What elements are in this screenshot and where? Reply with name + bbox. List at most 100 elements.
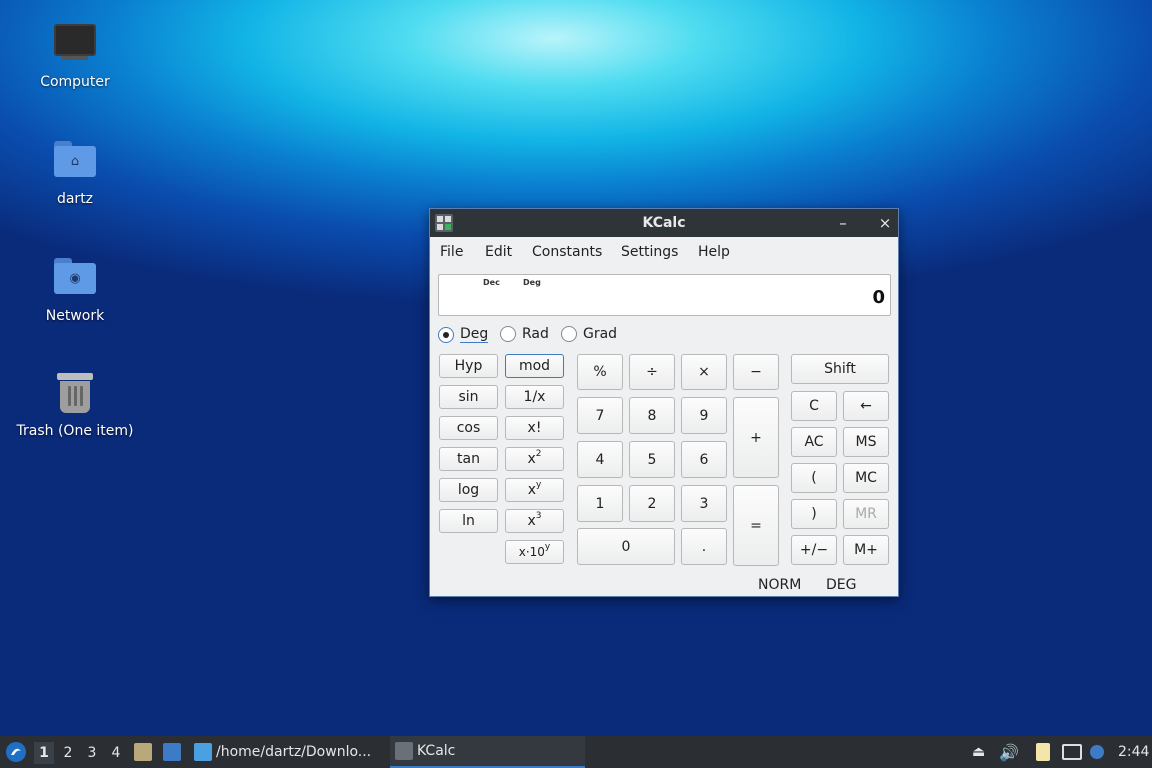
- digit-0-button[interactable]: 0: [577, 528, 675, 565]
- factorial-button[interactable]: x!: [505, 416, 564, 440]
- lubuntu-logo-icon: [6, 742, 26, 762]
- percent-button[interactable]: %: [577, 354, 623, 390]
- radio-indicator: [500, 326, 516, 342]
- desktop-icon-trash[interactable]: Trash (One item): [15, 371, 135, 439]
- window-title: KCalc: [642, 215, 686, 231]
- minus-button[interactable]: −: [733, 354, 779, 390]
- scientific-exp-button[interactable]: x·10 y: [505, 540, 564, 564]
- file-manager-launcher[interactable]: [134, 736, 156, 768]
- digit-4-button[interactable]: 4: [577, 441, 623, 478]
- radio-label: Deg: [460, 326, 489, 343]
- power-exponent: y: [535, 480, 542, 490]
- memory-clear-button[interactable]: MC: [843, 463, 889, 493]
- display-value: 0: [872, 287, 885, 308]
- taskbar: 1 2 3 4 /home/dartz/Downlo... KCalc ⏏ 🔊 …: [0, 736, 1152, 768]
- desktop-icon-label: dartz: [56, 191, 94, 207]
- workspace-3[interactable]: 3: [82, 742, 102, 764]
- workspace-2[interactable]: 2: [58, 742, 78, 764]
- desktop-icon-label: Trash (One item): [16, 423, 134, 439]
- volume-icon: 🔊: [999, 742, 1019, 762]
- clipboard-tray[interactable]: [1036, 736, 1050, 768]
- angle-status: DEG: [826, 577, 857, 593]
- power-button[interactable]: xy: [505, 478, 564, 502]
- desktop-icon-label: Computer: [40, 74, 110, 90]
- desktop-icon-home[interactable]: ⌂ dartz: [15, 137, 135, 207]
- sign-toggle-button[interactable]: +/−: [791, 535, 837, 565]
- radio-label: Grad: [583, 326, 618, 342]
- clock[interactable]: 2:44: [1118, 736, 1149, 768]
- desktop-icon: [163, 743, 181, 761]
- menu-settings[interactable]: Settings: [621, 244, 678, 260]
- left-paren-button[interactable]: (: [791, 463, 837, 493]
- sin-button[interactable]: sin: [439, 385, 498, 409]
- backspace-button[interactable]: ←: [843, 391, 889, 421]
- digit-5-button[interactable]: 5: [629, 441, 675, 478]
- memory-add-button[interactable]: M+: [843, 535, 889, 565]
- workspace-4[interactable]: 4: [106, 742, 126, 764]
- ln-button[interactable]: ln: [439, 509, 498, 533]
- all-clear-button[interactable]: AC: [791, 427, 837, 457]
- hyp-button[interactable]: Hyp: [439, 354, 498, 378]
- trash-icon: [53, 373, 97, 417]
- digit-1-button[interactable]: 1: [577, 485, 623, 522]
- menu-edit[interactable]: Edit: [485, 244, 512, 260]
- digit-8-button[interactable]: 8: [629, 397, 675, 434]
- task-file-manager[interactable]: /home/dartz/Downlo...: [194, 736, 382, 768]
- start-menu-button[interactable]: [5, 736, 29, 768]
- digit-3-button[interactable]: 3: [681, 485, 727, 522]
- notation-status: NORM: [758, 577, 802, 593]
- desktop-icon-network[interactable]: ◉ Network: [15, 254, 135, 324]
- right-paren-button[interactable]: ): [791, 499, 837, 529]
- menu-file[interactable]: File: [440, 244, 463, 260]
- radio-grad[interactable]: Grad: [561, 326, 617, 342]
- radio-indicator: [438, 326, 454, 343]
- shift-button[interactable]: Shift: [791, 354, 889, 384]
- tray-update-icon[interactable]: ⏏: [972, 736, 985, 768]
- digit-7-button[interactable]: 7: [577, 397, 623, 434]
- task-label: KCalc: [417, 743, 456, 759]
- divide-button[interactable]: ÷: [629, 354, 675, 390]
- minimize-button[interactable]: –: [833, 213, 853, 233]
- square-button[interactable]: x2: [505, 447, 564, 471]
- menu-constants[interactable]: Constants: [532, 244, 602, 260]
- plus-button[interactable]: +: [733, 397, 779, 478]
- home-folder-icon: ⌂: [53, 141, 97, 185]
- cos-button[interactable]: cos: [439, 416, 498, 440]
- kcalc-task-icon: [395, 742, 413, 760]
- menu-bar: File Edit Constants Settings Help: [430, 237, 898, 267]
- memory-recall-button[interactable]: MR: [843, 499, 889, 529]
- reciprocal-button[interactable]: 1/x: [505, 385, 564, 409]
- workspace-1[interactable]: 1: [34, 742, 54, 764]
- decimal-point-button[interactable]: .: [681, 528, 727, 565]
- task-kcalc[interactable]: KCalc: [390, 736, 585, 768]
- memory-store-button[interactable]: MS: [843, 427, 889, 457]
- notification-tray[interactable]: [1090, 736, 1104, 768]
- mod-button[interactable]: mod: [505, 354, 564, 378]
- notification-icon: [1090, 745, 1104, 759]
- digit-9-button[interactable]: 9: [681, 397, 727, 434]
- desktop-icon-computer[interactable]: Computer: [15, 20, 135, 90]
- network-icon: [1062, 744, 1082, 760]
- volume-control[interactable]: 🔊: [999, 736, 1019, 768]
- angle-indicator: Deg: [523, 278, 541, 287]
- cube-button[interactable]: x3: [505, 509, 564, 533]
- kcalc-window: KCalc – × File Edit Constants Settings H…: [429, 208, 899, 597]
- multiply-button[interactable]: ×: [681, 354, 727, 390]
- log-button[interactable]: log: [439, 478, 498, 502]
- title-bar[interactable]: KCalc – ×: [430, 209, 898, 237]
- radio-deg[interactable]: Deg: [438, 326, 489, 343]
- clear-button[interactable]: C: [791, 391, 837, 421]
- radio-label: Rad: [522, 326, 549, 342]
- show-desktop-launcher[interactable]: [163, 736, 185, 768]
- base-indicator: Dec: [483, 278, 500, 287]
- radio-indicator: [561, 326, 577, 342]
- network-tray[interactable]: [1062, 736, 1082, 768]
- close-button[interactable]: ×: [875, 213, 895, 233]
- radio-rad[interactable]: Rad: [500, 326, 549, 342]
- equals-button[interactable]: =: [733, 485, 779, 566]
- menu-help[interactable]: Help: [698, 244, 730, 260]
- digit-2-button[interactable]: 2: [629, 485, 675, 522]
- sci-exponent: y: [544, 542, 551, 552]
- tan-button[interactable]: tan: [439, 447, 498, 471]
- digit-6-button[interactable]: 6: [681, 441, 727, 478]
